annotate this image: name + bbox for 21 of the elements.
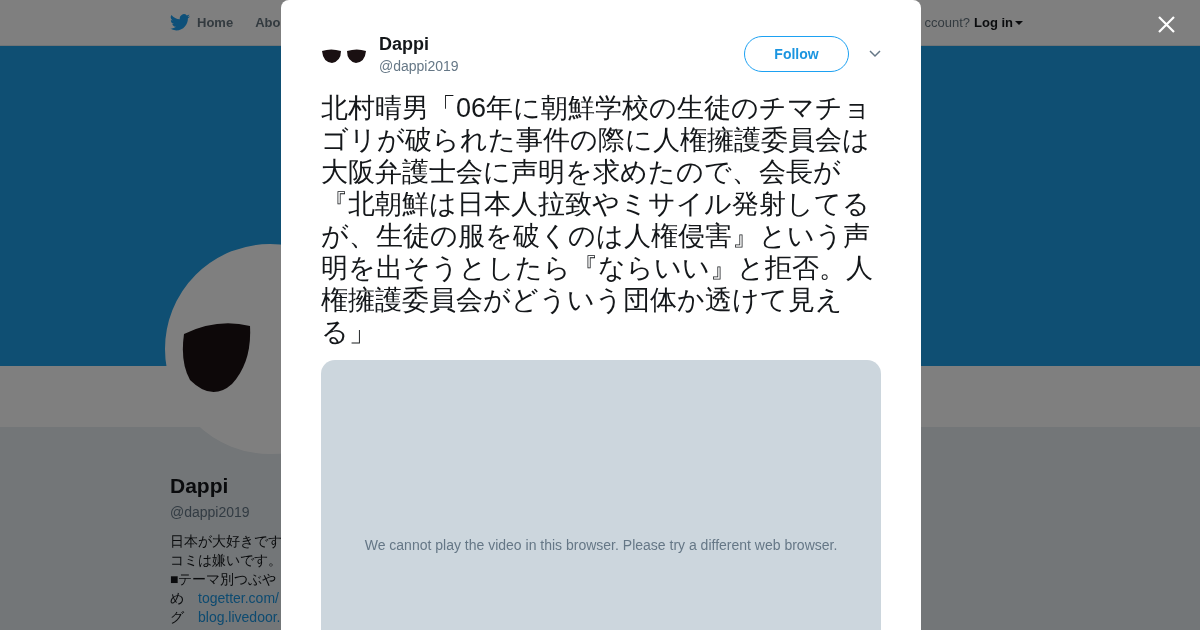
login-link[interactable]: Log in (974, 12, 1023, 33)
bio-text: め (170, 589, 185, 608)
bird-logo-icon (170, 14, 190, 31)
video-error-message: We cannot play the video in this browser. Please try a different web browser. (364, 536, 838, 555)
follow-button[interactable]: Follow (744, 36, 849, 72)
account-prompt: ccount? (924, 13, 970, 32)
bio-text: グ (170, 608, 185, 627)
bio-line: ■テーマ別つぶや (170, 570, 277, 589)
bio-line: 日本が大好きです (170, 532, 282, 551)
about-link[interactable]: Abo (255, 12, 281, 33)
author-name[interactable]: Dappi (379, 32, 459, 55)
profile-name: Dappi (170, 473, 229, 499)
bio-link[interactable]: blog.livedoor. (198, 608, 281, 627)
chevron-down-icon[interactable] (869, 50, 881, 58)
tweet-text: 北村晴男「06年に朝鮮学校の生徒のチマチョゴリが破られた事件の際に人権擁護委員会は大阪弁護士会に声明を求めたので、会長が『北朝鮮は日本人拉致やミサイル発射してるが、生徒の服を破くのは人権侵害』という声明を出そうとしたら『ならいい』と拒否。人権擁護委員会がどういう団体か透けて見える」 (321, 92, 874, 348)
profile-handle: @dappi2019 (170, 503, 250, 522)
home-link[interactable]: Home (197, 12, 234, 33)
close-icon[interactable] (1158, 16, 1175, 33)
author-handle: @dappi2019 (379, 56, 459, 76)
bio-line: コミは嫌いです。 (170, 551, 282, 570)
bio-link[interactable]: togetter.com/ (198, 589, 279, 608)
